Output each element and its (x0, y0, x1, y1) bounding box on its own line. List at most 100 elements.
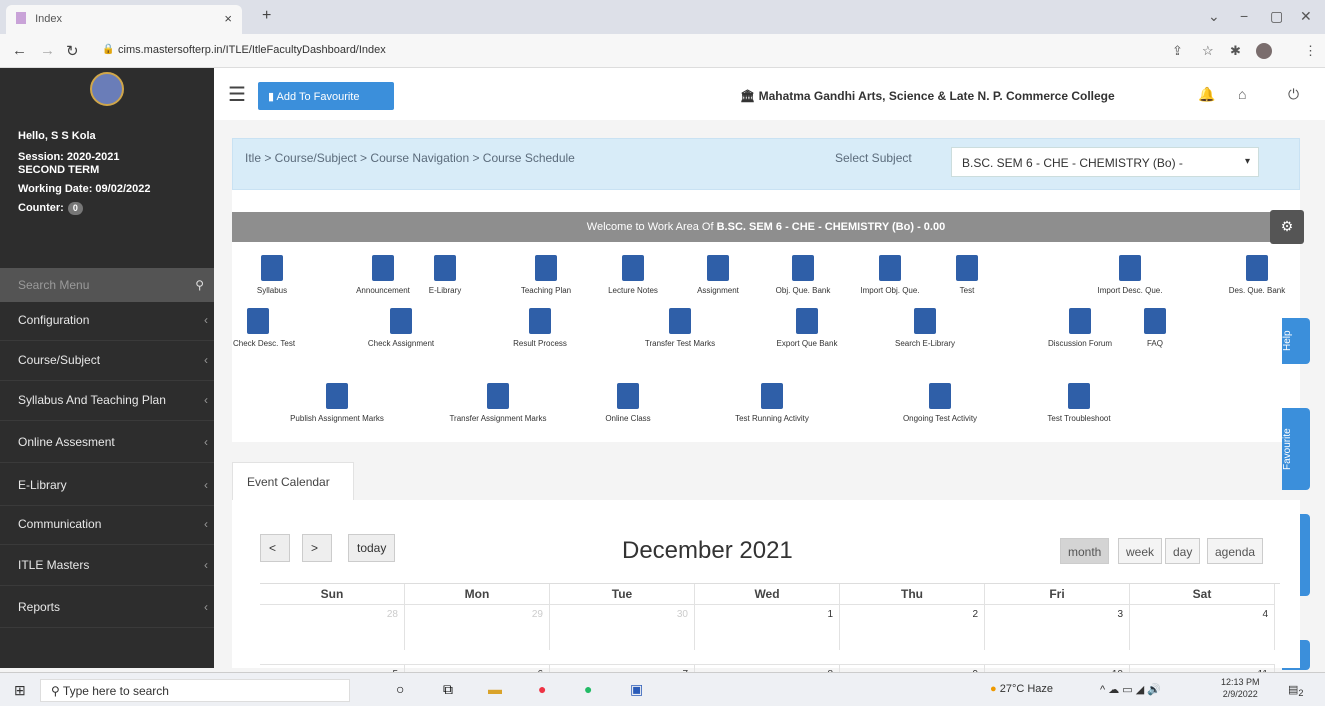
tool-test-running-activity[interactable]: Test Running Activity (712, 383, 832, 423)
view-month-button[interactable]: month (1060, 538, 1110, 564)
tool-test-troubleshoot[interactable]: Test Troubleshoot (1024, 383, 1134, 423)
reload-icon[interactable]: ↻ (66, 42, 79, 60)
tool-import-obj-que[interactable]: Import Obj. Que. (847, 255, 933, 295)
bookmark-star-icon[interactable]: ☆ (1202, 43, 1214, 59)
sidebar-item-syllabus[interactable]: Syllabus And Teaching Plan ‹ (0, 381, 214, 421)
notification-bell-icon[interactable]: 🔔 (1198, 86, 1215, 103)
search-icon: ⚲ (51, 684, 63, 698)
side-tab-favourite[interactable]: Favourite (1282, 408, 1310, 490)
sidebar-item-configuration[interactable]: Configuration ‹ (0, 301, 214, 341)
whatsapp-icon[interactable]: ● (584, 681, 592, 697)
tool-icon (535, 255, 557, 281)
sidebar-item-communication[interactable]: Communication ‹ (0, 505, 214, 545)
settings-gear-icon[interactable]: ⚙ (1270, 210, 1304, 244)
event-calendar-tab[interactable]: Event Calendar (232, 462, 354, 500)
weather-widget[interactable]: ● 27°C Haze (990, 683, 1053, 695)
tool-discussion-forum[interactable]: Discussion Forum (1020, 308, 1140, 348)
tool-lecture-notes[interactable]: Lecture Notes (593, 255, 673, 295)
tab-close-icon[interactable]: × (224, 11, 232, 26)
hamburger-menu-icon[interactable]: ☰ (228, 82, 246, 107)
chevron-left-icon: ‹ (204, 435, 208, 449)
tool-obj-que-bank[interactable]: Obj. Que. Bank (763, 255, 843, 295)
search-icon[interactable]: ⚲ (195, 278, 204, 292)
tool-publish-assignment-marks[interactable]: Publish Assignment Marks (262, 383, 412, 423)
extensions-icon[interactable]: ✱ (1230, 43, 1241, 59)
day-header: Thu (840, 584, 985, 604)
tool-icon (617, 383, 639, 409)
chevron-left-icon: ‹ (204, 393, 208, 407)
notification-center-icon[interactable]: ▤2 (1288, 683, 1304, 698)
tool-transfer-assignment-marks[interactable]: Transfer Assignment Marks (428, 383, 568, 423)
tool-export-que-bank[interactable]: Export Que Bank (757, 308, 857, 348)
maximize-icon[interactable]: ▢ (1270, 8, 1283, 25)
calendar-day-cell[interactable]: 28 (260, 604, 405, 650)
tool-label: Ongoing Test Activity (902, 414, 978, 423)
cortana-icon[interactable]: ○ (396, 681, 404, 697)
tool-check-assignment[interactable]: Check Assignment (346, 308, 456, 348)
view-agenda-button[interactable]: agenda (1207, 538, 1264, 564)
tool-test[interactable]: Test (937, 255, 997, 295)
tool-label: Import Desc. Que. (1097, 286, 1163, 295)
calendar-day-cell[interactable]: 29 (405, 604, 550, 650)
calendar-day-cell[interactable]: 3 (985, 604, 1130, 650)
tool-des-que-bank[interactable]: Des. Que. Bank (1207, 255, 1307, 295)
tool-icon (326, 383, 348, 409)
taskbar-clock[interactable]: 12:13 PM 2/9/2022 (1221, 676, 1260, 700)
close-window-icon[interactable]: ✕ (1300, 8, 1312, 25)
tool-e-library[interactable]: E-Library (410, 255, 480, 295)
add-to-favourite-button[interactable]: ▮ Add To Favourite (258, 82, 394, 110)
sidebar-item-itle-masters[interactable]: ITLE Masters ‹ (0, 546, 214, 586)
tab-list-icon[interactable]: ⌄ (1208, 8, 1220, 25)
chevron-left-icon: ‹ (204, 313, 208, 327)
calendar-day-cell[interactable]: 2 (840, 604, 985, 650)
tool-faq[interactable]: FAQ (1130, 308, 1180, 348)
sidebar-item-course-subject[interactable]: Course/Subject ‹ (0, 341, 214, 381)
search-menu-input[interactable]: Search Menu (18, 278, 89, 292)
tray-icons[interactable]: ^ ☁ ▭ ◢ 🔊 (1100, 683, 1161, 696)
new-tab-icon[interactable]: + (262, 7, 271, 25)
file-explorer-icon[interactable]: ▬ (488, 681, 502, 697)
tool-search-e-library[interactable]: Search E-Library (870, 308, 980, 348)
sidebar-item-reports[interactable]: Reports ‹ (0, 588, 214, 628)
sidebar-item-e-library[interactable]: E-Library ‹ (0, 466, 214, 506)
tool-import-desc-que[interactable]: Import Desc. Que. (1070, 255, 1190, 295)
search-menu[interactable]: Search Menu ⚲ (0, 268, 214, 302)
browser-menu-icon[interactable]: ⋮ (1304, 43, 1317, 59)
side-tab-help[interactable]: Help (1282, 318, 1310, 364)
view-week-button[interactable]: week (1118, 538, 1163, 564)
tool-ongoing-test-activity[interactable]: Ongoing Test Activity (880, 383, 1000, 423)
tool-transfer-test-marks[interactable]: Transfer Test Marks (620, 308, 740, 348)
calendar-prev-button[interactable]: < (260, 534, 290, 562)
forward-icon[interactable]: → (40, 42, 55, 59)
calendar-day-cell[interactable]: 30 (550, 604, 695, 650)
calendar-next-button[interactable]: > (302, 534, 332, 562)
counter-label: Counter: (18, 202, 64, 214)
tool-online-class[interactable]: Online Class (578, 383, 678, 423)
taskbar-search-input[interactable]: ⚲ Type here to search (40, 679, 350, 702)
tool-label: Lecture Notes (608, 286, 658, 295)
back-icon[interactable]: ← (12, 42, 27, 59)
tool-teaching-plan[interactable]: Teaching Plan (506, 255, 586, 295)
minimize-icon[interactable]: − (1240, 8, 1248, 24)
browser-tab[interactable]: Index × (6, 5, 242, 34)
tool-assignment[interactable]: Assignment (678, 255, 758, 295)
profile-avatar[interactable] (1256, 43, 1272, 59)
subject-select[interactable]: B.SC. SEM 6 - CHE - CHEMISTRY (Bo) - ▾ (951, 147, 1259, 177)
sidebar-item-online-assesment[interactable]: Online Assesment ‹ (0, 423, 214, 463)
tool-result-process[interactable]: Result Process (490, 308, 590, 348)
tool-check-desc-test[interactable]: Check Desc. Test (233, 308, 295, 348)
word-icon[interactable]: ▣ (630, 681, 643, 698)
power-icon[interactable]: ⏻ (1288, 86, 1299, 103)
home-icon[interactable]: ⌂ (1238, 86, 1246, 102)
url-field[interactable]: cims.mastersofterp.in/ITLE/ItleFacultyDa… (118, 44, 386, 56)
calendar-day-cell[interactable]: 4 (1130, 604, 1275, 650)
tool-syllabus[interactable]: Syllabus (237, 255, 307, 295)
calendar-today-button[interactable]: today (348, 534, 396, 562)
chrome-icon[interactable]: ● (538, 681, 546, 697)
task-view-icon[interactable]: ⧉ (443, 681, 453, 698)
windows-start-icon[interactable]: ⊞ (14, 682, 26, 699)
share-icon[interactable]: ⇪ (1172, 43, 1183, 59)
tool-icon (792, 255, 814, 281)
calendar-day-cell[interactable]: 1 (695, 604, 840, 650)
view-day-button[interactable]: day (1165, 538, 1201, 564)
